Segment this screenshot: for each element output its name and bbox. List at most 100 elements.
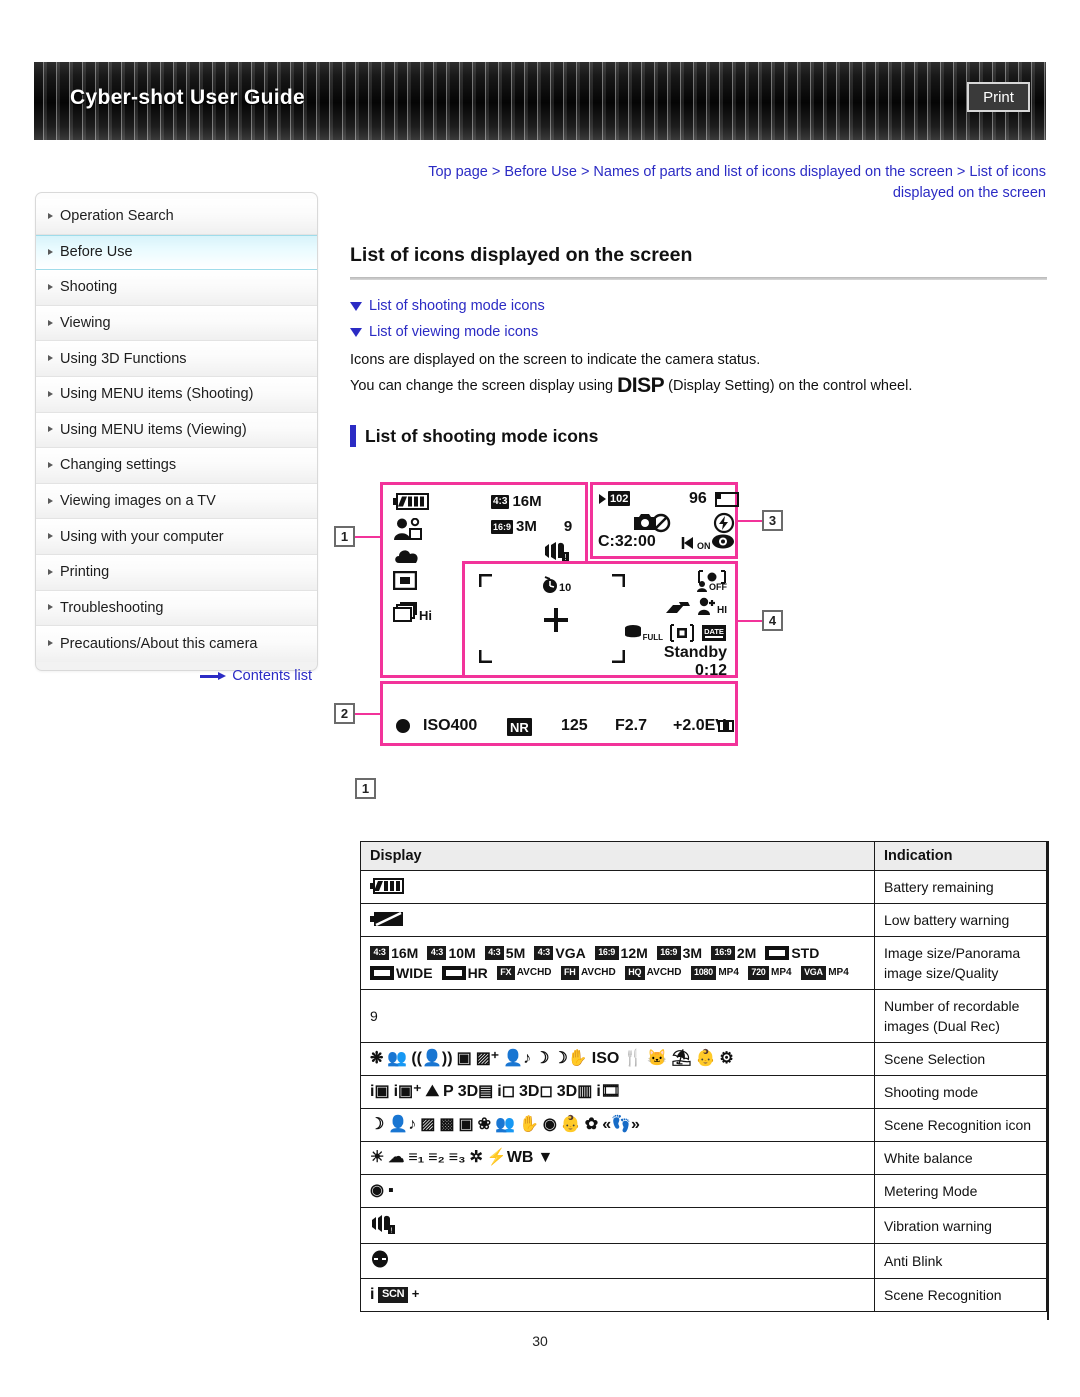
- frame-corner-br-icon: [612, 650, 625, 663]
- table-row: 4:3 16M 4:3 10M 4:3 5M 4:3 VGA 16:9 12M 16:9 3M 16:9…: [360, 936, 1047, 990]
- display-cell-white-balance: ☀ ☁ ≡₁ ≡₂ ≡₃ ✲ ⚡WB ▼: [360, 1141, 875, 1175]
- shooting-mode-glyph: P: [443, 1082, 454, 1100]
- format-label: VGA: [555, 944, 586, 961]
- format-chip: 16:9: [656, 946, 681, 960]
- burst-speed-label: Hi: [419, 608, 432, 623]
- sidebar-item-precautions-about-this-camera[interactable]: Precautions/About this camera: [36, 626, 317, 662]
- sidebar-item-label: Shooting: [60, 279, 118, 296]
- panorama-icon: [765, 946, 790, 961]
- sidebar-item-using-menu-items-shooting[interactable]: Using MENU items (Shooting): [36, 376, 317, 413]
- white-balance-glyph: ≡₃: [448, 1148, 466, 1166]
- scene-recognition-glyph: ✿: [584, 1115, 599, 1133]
- jump-link-label: List of viewing mode icons: [369, 324, 539, 340]
- indication-cell: Shooting mode: [874, 1075, 1047, 1109]
- bullet-triangle-icon: [48, 497, 53, 504]
- scene-recognition-glyph: 👤♪: [388, 1115, 417, 1133]
- image-size-3m-label: 3M: [516, 518, 537, 535]
- format-chip: 16:9: [594, 946, 619, 960]
- shots-remaining: 96: [689, 490, 707, 507]
- af-illuminator-state: ON: [697, 541, 711, 551]
- shutter-speed: 125: [561, 717, 588, 734]
- scene-recognition-glyph: ▨: [420, 1115, 436, 1133]
- diagram-marker-below: 1: [355, 778, 376, 799]
- indication-cell: Scene Selection: [874, 1042, 1047, 1076]
- scene-selection-glyph: 👤♪: [503, 1049, 532, 1067]
- bullet-triangle-icon: [48, 604, 53, 611]
- white-balance-glyph: ≡₁: [408, 1148, 425, 1166]
- metering-spot-icon: [392, 570, 418, 595]
- print-button[interactable]: Print: [967, 82, 1030, 112]
- app-title: Cyber-shot User Guide: [70, 86, 306, 109]
- sidebar-item-troubleshooting[interactable]: Troubleshooting: [36, 590, 317, 627]
- format-chip-group: 1080 MP4: [690, 966, 739, 980]
- arrow-small-icon: [599, 493, 606, 504]
- sidebar-item-printing[interactable]: Printing: [36, 554, 317, 591]
- display-text-value: 9: [370, 1008, 378, 1024]
- sidebar-item-before-use[interactable]: Before Use: [36, 234, 317, 271]
- diagram-label-4: 4: [762, 610, 783, 631]
- intro-text-before: You can change the screen display using: [350, 378, 614, 394]
- scene-cloudy-icon: [393, 547, 421, 570]
- battery-icon: [393, 493, 429, 515]
- scene-selection-glyph: ⚙: [719, 1049, 734, 1067]
- panorama-icon: [370, 965, 394, 980]
- frame-corner-bl-icon: [479, 650, 492, 663]
- sidebar-item-using-with-your-computer[interactable]: Using with your computer: [36, 519, 317, 555]
- format-label: AVCHD: [516, 966, 552, 978]
- table-row: Battery remaining: [360, 870, 1047, 904]
- format-chip-group: HR: [441, 965, 488, 981]
- table-row: ❋ 👥 ((👤)) ▣ ▨⁺ 👤♪ ☽ ☽✋ ISO 🍴 🐱 ⛱ 👶 ⚙ Scene Selection: [360, 1042, 1047, 1076]
- breadcrumb[interactable]: Top page > Before Use > Names of parts a…: [388, 162, 1046, 204]
- af-illuminator-icon: ON: [681, 535, 711, 551]
- shooting-mode-glyph: 3D▤: [457, 1082, 494, 1100]
- intro-text-after: (Display Setting) on the control wheel.: [668, 378, 913, 394]
- main-content: List of icons displayed on the screen Li…: [350, 244, 1047, 447]
- contents-list-link[interactable]: Contents list: [35, 668, 318, 684]
- bullet-triangle-icon: [48, 319, 53, 326]
- sidebar-item-viewing-images-on-a-tv[interactable]: Viewing images on a TV: [36, 483, 317, 520]
- scene-selection-glyph: 🍴: [623, 1049, 644, 1067]
- sidebar-item-changing-settings[interactable]: Changing settings: [36, 448, 317, 484]
- battery-low-icon: [370, 911, 403, 926]
- white-balance-glyph: ☀: [370, 1148, 385, 1166]
- jump-link-shooting-mode-icons[interactable]: List of shooting mode icons: [350, 298, 1047, 314]
- svg-text:DATE: DATE: [704, 627, 724, 636]
- vibration-warning-icon: !: [372, 1215, 395, 1235]
- face-detection-off: OFF: [697, 570, 727, 592]
- scene-selection-glyph: ▨⁺: [475, 1049, 500, 1067]
- format-label: 12M: [620, 944, 648, 961]
- contents-list-label: Contents list: [232, 668, 312, 684]
- shooting-mode-glyph: ⛰: [425, 1082, 440, 1100]
- scene-selection-glyphs: ❋ 👥 ((👤)) ▣ ▨⁺ 👤♪ ☽ ☽✋ ISO 🍴 🐱 ⛱ 👶 ⚙: [370, 1049, 865, 1068]
- format-chip: 720: [747, 966, 770, 980]
- white-balance-glyph: ▼: [537, 1148, 554, 1166]
- disp-button-icon: DISP: [617, 374, 665, 397]
- bullet-triangle-icon: [48, 640, 53, 647]
- indication-cell: Scene Recognition icon: [874, 1108, 1047, 1142]
- leader-line-2: [354, 713, 382, 715]
- format-chip-group: 4:3 5M: [484, 946, 525, 961]
- face-detection-icon: [393, 517, 425, 547]
- format-label: AVCHD: [646, 966, 682, 978]
- shooting-mode-glyphs: i▣ i▣⁺ ⛰ P 3D▤ i◻ 3D◻ 3D▥ i🎞: [370, 1082, 865, 1101]
- image-size-43: 4:3 16M: [491, 493, 542, 510]
- bullet-triangle-icon: [48, 461, 53, 468]
- table-row: Low battery warning: [360, 903, 1047, 937]
- sidebar-item-operation-search[interactable]: Operation Search: [36, 199, 317, 235]
- sidebar-item-shooting[interactable]: Shooting: [36, 270, 317, 306]
- scene-selection-glyph: ⛱: [671, 1049, 692, 1067]
- format-label: MP4: [771, 966, 792, 978]
- diagram-label-1: 1: [334, 526, 355, 547]
- scn-chip: SCN: [378, 1287, 408, 1303]
- leader-line-1: [354, 536, 382, 538]
- sidebar-item-viewing[interactable]: Viewing: [36, 305, 317, 342]
- jump-link-viewing-mode-icons[interactable]: List of viewing mode icons: [350, 324, 1047, 340]
- bullet-triangle-icon: [48, 212, 53, 219]
- frame-corner-tl-icon: [479, 574, 492, 587]
- sidebar-item-label: Before Use: [60, 244, 133, 261]
- sidebar-item-using-menu-items-viewing[interactable]: Using MENU items (Viewing): [36, 412, 317, 449]
- page-title: List of icons displayed on the screen: [350, 244, 693, 266]
- scene-recognition-glyph: ▩: [439, 1115, 455, 1133]
- sidebar-item-using-3d-functions[interactable]: Using 3D Functions: [36, 341, 317, 377]
- shooting-mode-glyph: i▣⁺: [393, 1082, 422, 1100]
